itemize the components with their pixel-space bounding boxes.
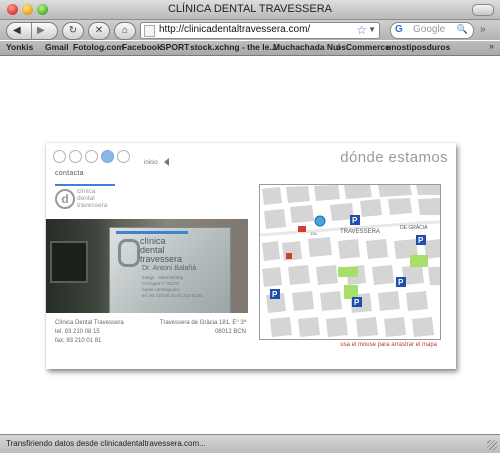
search-placeholder: Google bbox=[413, 24, 446, 35]
map-graphic: P P P P P TRAVESSERA DE GRÀCIA 134 bbox=[260, 185, 440, 339]
window-title: CLÍNICA DENTAL TRAVESSERA bbox=[167, 3, 333, 15]
search-input[interactable]: G Google 🔍 bbox=[390, 22, 474, 39]
address-text: http://clinicadentaltravessera.com/ bbox=[159, 24, 311, 35]
bookmarks-bar: Yonkis Gmail Fotolog.com Facebook SPORT … bbox=[0, 41, 500, 56]
reload-button[interactable]: ↻ bbox=[62, 22, 84, 40]
bookmark-item[interactable]: stock.xchng - the le... bbox=[190, 42, 276, 52]
clinic-sign-photo: clínica dental travessera Dr. Antoni Bal… bbox=[46, 219, 248, 313]
home-link[interactable]: inicio bbox=[144, 160, 158, 166]
title-bar: CLÍNICA DENTAL TRAVESSERA bbox=[0, 0, 500, 20]
browser-window: CLÍNICA DENTAL TRAVESSERA ◀ ▶ ↻ ✕ ⌂ http… bbox=[0, 0, 500, 453]
pager-dot[interactable] bbox=[69, 150, 82, 163]
home-icon: ⌂ bbox=[121, 25, 129, 36]
resize-grip-icon[interactable] bbox=[487, 440, 497, 450]
logo-mark-icon: d bbox=[55, 189, 75, 209]
search-engine-icon[interactable]: G bbox=[395, 24, 403, 35]
back-forward-group: ◀ ▶ bbox=[6, 22, 58, 40]
sign-details: metge · estomatòleg col·legiat nº 01178 … bbox=[142, 275, 204, 298]
bookmark-item[interactable]: unostiposduros bbox=[386, 42, 450, 52]
map-hint: usa el mouse para arrastrar el mapa bbox=[340, 342, 437, 348]
contact-info: Clínica Dental Travessera tel. 93 210 08… bbox=[55, 320, 124, 344]
back-arrow-icon[interactable]: ◀ bbox=[13, 25, 21, 36]
svg-text:P: P bbox=[354, 298, 360, 307]
toolbar-toggle-button[interactable] bbox=[472, 4, 494, 16]
page-content: inicio contacta dónde estamos d clínica … bbox=[0, 56, 500, 434]
map-street-label-2: DE GRÀCIA bbox=[400, 224, 428, 231]
pager-dot[interactable] bbox=[85, 150, 98, 163]
bookmark-item[interactable]: Yonkis bbox=[6, 42, 33, 52]
street-address: Travessera de Gràcia 181, E° 3ª 08012 BC… bbox=[159, 320, 246, 335]
bookmark-star-icon[interactable]: ☆ bbox=[356, 23, 367, 37]
stop-icon: ✕ bbox=[94, 25, 104, 36]
bookmark-item[interactable]: SPORT bbox=[160, 42, 189, 52]
map-number-label: 134 bbox=[310, 231, 317, 236]
svg-text:P: P bbox=[418, 236, 424, 245]
pager-dot-active[interactable] bbox=[101, 150, 114, 163]
stop-button[interactable]: ✕ bbox=[88, 22, 110, 40]
location-panel: inicio contacta dónde estamos d clínica … bbox=[46, 143, 456, 369]
sign-logo-icon bbox=[118, 239, 140, 267]
address-bar[interactable]: http://clinicadentaltravessera.com/ ☆ ▼ bbox=[140, 22, 380, 39]
svg-text:P: P bbox=[272, 290, 278, 299]
bookmark-item[interactable]: Gmail bbox=[45, 42, 69, 52]
bookmark-item[interactable]: Facebook bbox=[122, 42, 162, 52]
bookmark-item[interactable]: osCommerce bbox=[336, 42, 390, 52]
pager-dot[interactable] bbox=[53, 150, 66, 163]
pager-dot[interactable] bbox=[117, 150, 130, 163]
svg-text:P: P bbox=[352, 216, 358, 225]
bookmarks-overflow-icon[interactable]: » bbox=[489, 41, 494, 51]
bookmark-item[interactable]: Fotolog.com bbox=[73, 42, 124, 52]
forward-arrow-icon[interactable]: ▶ bbox=[37, 25, 45, 36]
more-tools-icon[interactable]: » bbox=[480, 24, 486, 35]
sign-doctor: Dr. Antoni Balañá bbox=[142, 265, 197, 272]
page-icon bbox=[144, 25, 155, 37]
status-bar: Transfiriendo datos desde clinicadentalt… bbox=[0, 434, 500, 453]
status-text: Transfiriendo datos desde clinicadentalt… bbox=[6, 439, 206, 448]
sign-title: clínica dental travessera bbox=[140, 236, 183, 264]
street-map[interactable]: P P P P P TRAVESSERA DE GRÀCIA 134 bbox=[259, 184, 441, 340]
reload-icon: ↻ bbox=[68, 25, 78, 36]
search-icon[interactable]: 🔍 bbox=[457, 24, 468, 35]
contact-link[interactable]: contacta bbox=[55, 170, 84, 177]
address-dropdown-icon[interactable]: ▼ bbox=[368, 25, 376, 34]
home-button[interactable]: ⌂ bbox=[114, 22, 136, 40]
page-title: dónde estamos bbox=[340, 149, 448, 166]
bookmark-item[interactable]: Muchachada Nui bbox=[273, 42, 341, 52]
clinic-logo: d clínica dental travessera bbox=[55, 184, 125, 214]
svg-text:P: P bbox=[398, 278, 404, 287]
left-arrow-icon[interactable] bbox=[164, 158, 169, 166]
map-street-label: TRAVESSERA bbox=[340, 229, 380, 235]
navigation-toolbar: ◀ ▶ ↻ ✕ ⌂ http://clinicadentaltravessera… bbox=[0, 20, 500, 40]
